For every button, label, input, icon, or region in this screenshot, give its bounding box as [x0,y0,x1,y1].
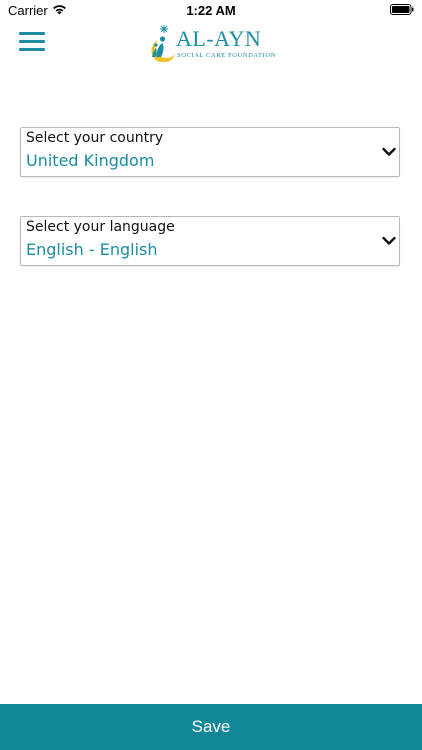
menu-bar [19,48,45,51]
hamburger-menu-icon[interactable] [19,32,45,54]
language-select-value: English - English [26,240,158,259]
status-bar: Carrier 1:22 AM [0,0,422,22]
language-select[interactable]: Select your language English - English [20,216,400,266]
chevron-down-icon [382,147,396,156]
language-select-label: Select your language [26,219,175,235]
menu-bar [19,40,45,43]
logo-emblem-icon [151,25,175,62]
battery-icon [390,4,414,15]
chevron-down-icon [382,236,396,245]
settings-screen: Carrier 1:22 AM AL-AYN SOCIAL CARE FOUND… [0,0,422,750]
country-select[interactable]: Select your country United Kingdom [20,127,400,177]
menu-bar [19,32,45,35]
country-select-value: United Kingdom [26,151,155,170]
country-select-label: Select your country [26,130,164,146]
clock: 1:22 AM [186,3,236,18]
app-header: AL-AYN SOCIAL CARE FOUNDATION [0,22,422,66]
logo-title: AL-AYN [176,26,262,51]
al-ayn-logo: AL-AYN SOCIAL CARE FOUNDATION [148,24,276,64]
logo-subtitle: SOCIAL CARE FOUNDATION [177,52,276,59]
save-button[interactable]: Save [0,704,422,750]
